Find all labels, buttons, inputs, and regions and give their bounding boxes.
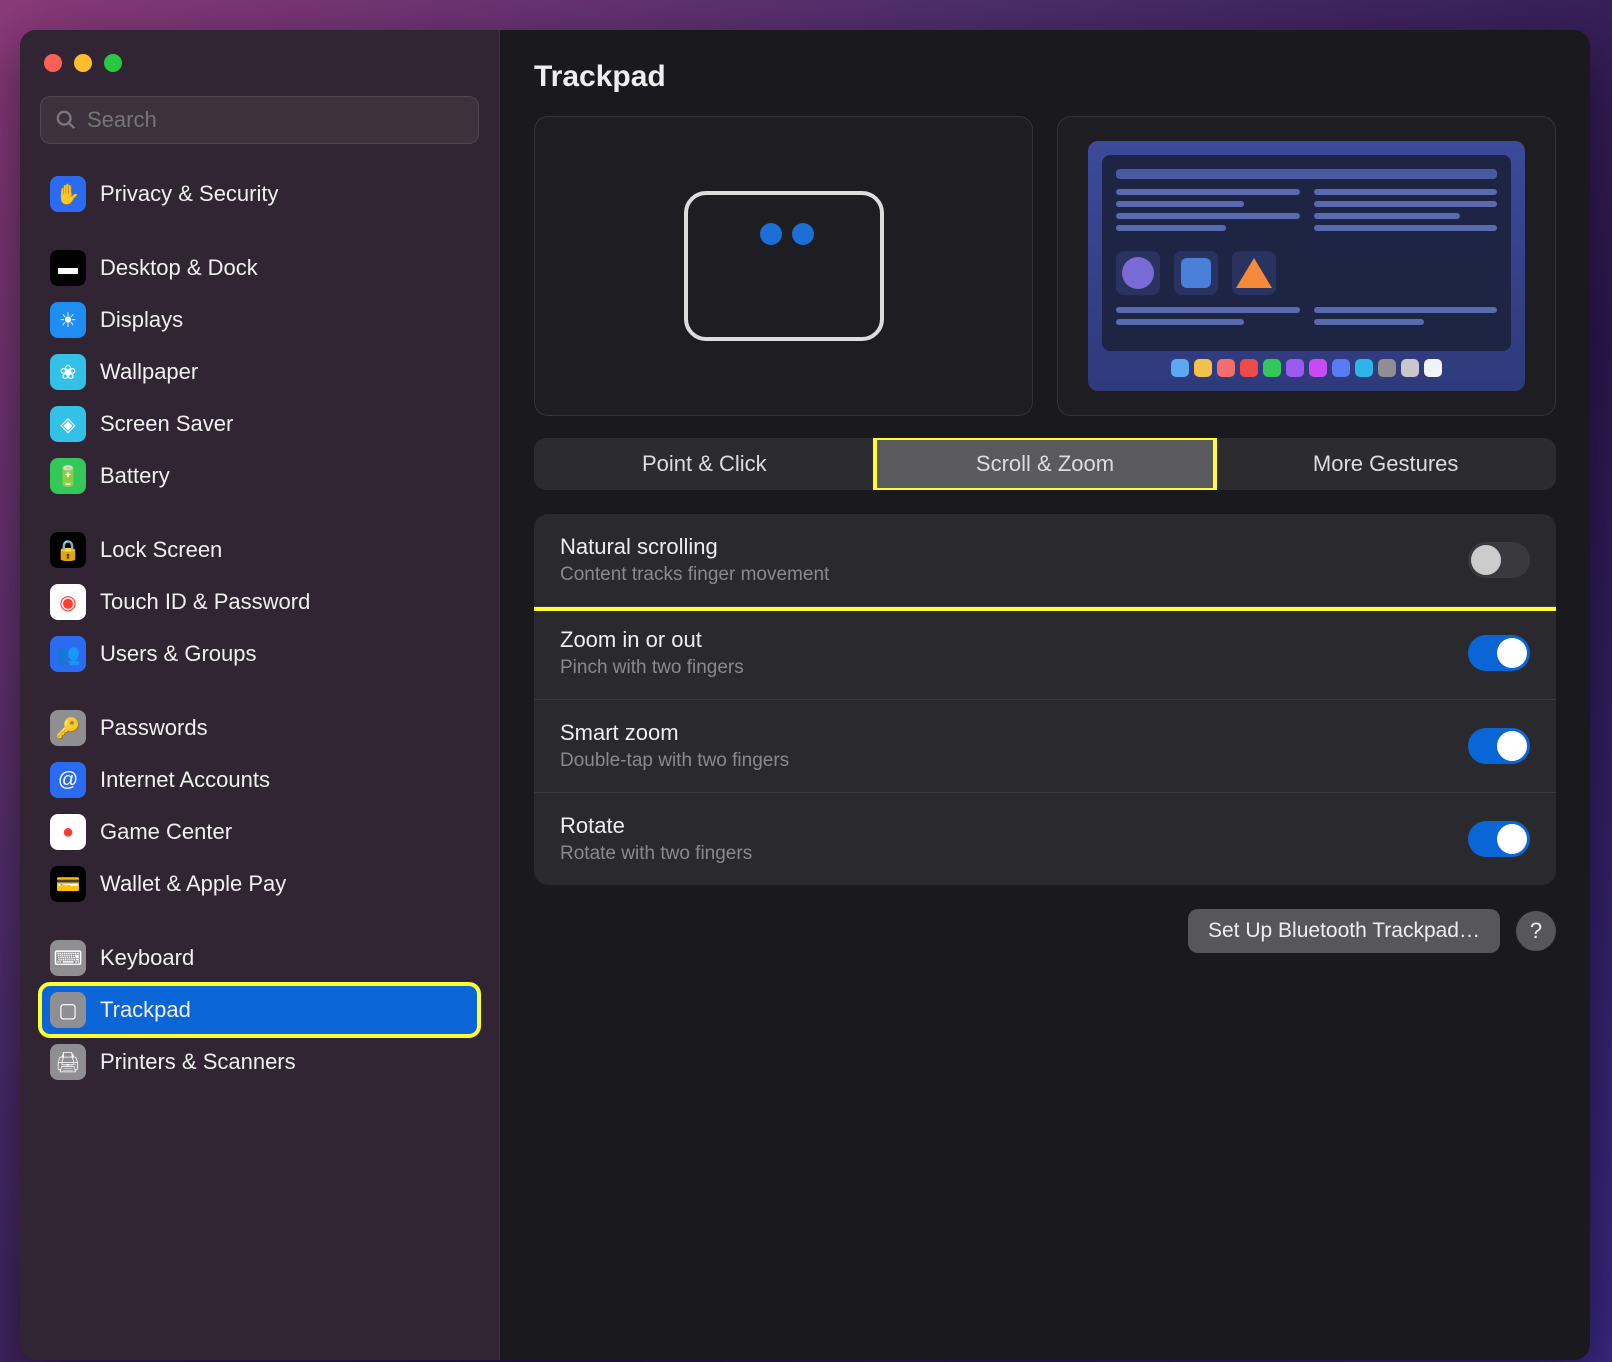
sidebar-item-privacy-security[interactable]: ✋ Privacy & Security	[40, 168, 479, 220]
at-icon: @	[50, 762, 86, 798]
sidebar-item-label: Touch ID & Password	[100, 589, 310, 615]
search-input[interactable]	[87, 107, 464, 133]
setting-title: Smart zoom	[560, 720, 789, 746]
screen-saver-icon: ◈	[50, 406, 86, 442]
toggle-smart-zoom[interactable]	[1468, 728, 1530, 764]
sidebar-item-game-center[interactable]: ● Game Center	[40, 806, 479, 858]
sidebar-item-screen-saver[interactable]: ◈ Screen Saver	[40, 398, 479, 450]
toggle-rotate[interactable]	[1468, 821, 1530, 857]
zoom-window-button[interactable]	[104, 54, 122, 72]
battery-icon: 🔋	[50, 458, 86, 494]
dock-icon: ▬	[50, 250, 86, 286]
sidebar-item-label: Wallet & Apple Pay	[100, 871, 286, 897]
sidebar-item-wallet-apple-pay[interactable]: 💳 Wallet & Apple Pay	[40, 858, 479, 910]
setting-subtitle: Content tracks finger movement	[560, 564, 829, 586]
sidebar-item-battery[interactable]: 🔋 Battery	[40, 450, 479, 502]
tab-more-gestures[interactable]: More Gestures	[1215, 438, 1556, 490]
sidebar-item-printers-scanners[interactable]: 🖨 Printers & Scanners	[40, 1036, 479, 1088]
sidebar-item-label: Keyboard	[100, 945, 194, 971]
setting-row-natural-scrolling: Natural scrolling Content tracks finger m…	[534, 514, 1556, 607]
setting-title: Zoom in or out	[560, 627, 744, 653]
setting-subtitle: Rotate with two fingers	[560, 843, 752, 865]
pane-title: Trackpad	[534, 60, 1556, 94]
sidebar-item-label: Wallpaper	[100, 359, 198, 385]
wallet-icon: 💳	[50, 866, 86, 902]
sidebar-item-label: Trackpad	[100, 997, 191, 1023]
trackpad-outline-icon	[684, 191, 884, 341]
sidebar-item-label: Battery	[100, 463, 170, 489]
setting-subtitle: Pinch with two fingers	[560, 657, 744, 679]
sidebar-item-label: Desktop & Dock	[100, 255, 258, 281]
setting-title: Natural scrolling	[560, 534, 829, 560]
sidebar-item-trackpad[interactable]: ▢ Trackpad	[40, 984, 479, 1036]
sidebar-item-label: Users & Groups	[100, 641, 257, 667]
setting-subtitle: Double-tap with two fingers	[560, 750, 789, 772]
desktop-preview	[1057, 116, 1556, 416]
toggle-zoom-in-or-out[interactable]	[1468, 635, 1530, 671]
minimize-window-button[interactable]	[74, 54, 92, 72]
sidebar-item-label: Passwords	[100, 715, 208, 741]
toggle-natural-scrolling[interactable]	[1468, 542, 1530, 578]
users-icon: 👥	[50, 636, 86, 672]
tab-scroll-zoom[interactable]: Scroll & Zoom	[875, 438, 1216, 490]
settings-card: Natural scrolling Content tracks finger m…	[534, 514, 1556, 885]
lock-icon: 🔒	[50, 532, 86, 568]
gesture-preview	[534, 116, 1033, 416]
hand-icon: ✋	[50, 176, 86, 212]
sidebar-item-lock-screen[interactable]: 🔒 Lock Screen	[40, 524, 479, 576]
touchid-icon: ◉	[50, 584, 86, 620]
key-icon: 🔑	[50, 710, 86, 746]
sidebar-item-displays[interactable]: ☀ Displays	[40, 294, 479, 346]
sidebar-item-label: Displays	[100, 307, 183, 333]
sidebar-item-label: Lock Screen	[100, 537, 222, 563]
window-controls	[40, 54, 479, 72]
printer-icon: 🖨	[50, 1044, 86, 1080]
sidebar-item-passwords[interactable]: 🔑 Passwords	[40, 702, 479, 754]
trackpad-icon: ▢	[50, 992, 86, 1028]
setting-title: Rotate	[560, 813, 752, 839]
help-button[interactable]: ?	[1516, 911, 1556, 951]
setting-row-rotate: Rotate Rotate with two fingers	[534, 793, 1556, 885]
system-settings-window: ✋ Privacy & Security ▬ Desktop & Dock ☀ Displ…	[20, 30, 1590, 1360]
sidebar-item-users-groups[interactable]: 👥 Users & Groups	[40, 628, 479, 680]
setting-row-smart-zoom: Smart zoom Double-tap with two fingers	[534, 700, 1556, 793]
sidebar: ✋ Privacy & Security ▬ Desktop & Dock ☀ Displ…	[20, 30, 500, 1360]
sidebar-item-label: Game Center	[100, 819, 232, 845]
sidebar-item-touch-id-password[interactable]: ◉ Touch ID & Password	[40, 576, 479, 628]
wallpaper-icon: ❀	[50, 354, 86, 390]
footer-row: Set Up Bluetooth Trackpad… ?	[534, 909, 1556, 953]
sidebar-item-wallpaper[interactable]: ❀ Wallpaper	[40, 346, 479, 398]
sidebar-item-label: Printers & Scanners	[100, 1049, 296, 1075]
tab-point-click[interactable]: Point & Click	[534, 438, 875, 490]
search-icon	[55, 109, 77, 131]
sidebar-item-keyboard[interactable]: ⌨ Keyboard	[40, 932, 479, 984]
setting-row-zoom-in-or-out: Zoom in or out Pinch with two fingers	[534, 607, 1556, 700]
displays-icon: ☀	[50, 302, 86, 338]
close-window-button[interactable]	[44, 54, 62, 72]
search-box[interactable]	[40, 96, 479, 144]
setup-bluetooth-trackpad-button[interactable]: Set Up Bluetooth Trackpad…	[1188, 909, 1500, 953]
main-pane: Trackpad	[500, 30, 1590, 1360]
gamecenter-icon: ●	[50, 814, 86, 850]
sidebar-item-internet-accounts[interactable]: @ Internet Accounts	[40, 754, 479, 806]
preview-row	[534, 116, 1556, 416]
sidebar-item-label: Privacy & Security	[100, 181, 279, 207]
sidebar-item-label: Internet Accounts	[100, 767, 270, 793]
tab-bar: Point & ClickScroll & ZoomMore Gestures	[534, 438, 1556, 490]
keyboard-icon: ⌨	[50, 940, 86, 976]
sidebar-item-label: Screen Saver	[100, 411, 233, 437]
sidebar-item-desktop-dock[interactable]: ▬ Desktop & Dock	[40, 242, 479, 294]
